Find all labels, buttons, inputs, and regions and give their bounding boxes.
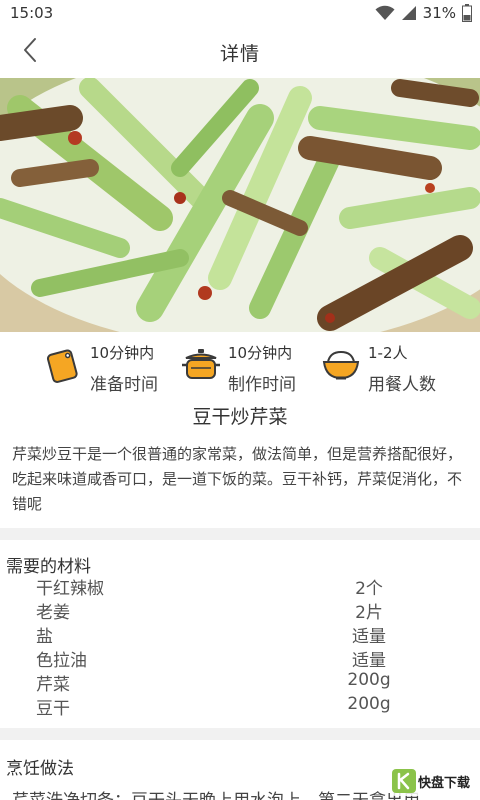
page-title: 详情 bbox=[219, 42, 260, 65]
servings-value: 1-2人 bbox=[368, 344, 408, 362]
cutting-board-icon bbox=[42, 344, 84, 386]
section-divider bbox=[0, 528, 480, 540]
method-title: 烹饪做法 bbox=[6, 759, 74, 779]
signal-icon bbox=[401, 5, 417, 21]
ingredient-quantity: 200g bbox=[347, 670, 391, 690]
ingredient-quantity: 2个 bbox=[355, 579, 383, 599]
nav-bar: 详情 bbox=[0, 26, 480, 78]
rice-bowl-icon bbox=[320, 344, 362, 386]
battery-icon bbox=[462, 4, 472, 22]
ingredient-name: 色拉油 bbox=[36, 651, 87, 671]
ingredient-row: 芹菜 200g bbox=[0, 670, 480, 695]
status-indicators: 31% bbox=[375, 4, 472, 22]
cook-time-info: 10分钟内 制作时间 bbox=[180, 338, 320, 395]
prep-time-label: 准备时间 bbox=[90, 375, 158, 395]
ingredient-quantity: 200g bbox=[347, 694, 391, 714]
wifi-icon bbox=[375, 5, 395, 21]
prep-time-info: 10分钟内 准备时间 bbox=[42, 338, 182, 395]
ingredient-quantity: 适量 bbox=[352, 651, 386, 671]
ingredient-row: 老姜 2片 bbox=[0, 598, 480, 623]
ingredient-row: 干红辣椒 2个 bbox=[0, 574, 480, 599]
back-button[interactable] bbox=[10, 32, 50, 72]
recipe-detail-screen: 15:03 31% 详情 10分钟内 准备时间 10分钟内 制作时间 1-2人 … bbox=[0, 0, 480, 800]
cooking-pot-icon bbox=[180, 344, 222, 386]
dish-title: 豆干炒芹菜 bbox=[192, 406, 288, 428]
ingredient-list: 干红辣椒 2个 老姜 2片 盐 适量 色拉油 适量 芹菜 200g 豆干 200… bbox=[0, 574, 480, 719]
ingredient-name: 豆干 bbox=[36, 699, 70, 719]
servings-label: 用餐人数 bbox=[368, 375, 436, 395]
cook-time-label: 制作时间 bbox=[228, 375, 296, 395]
ingredient-row: 盐 适量 bbox=[0, 622, 480, 647]
status-time: 15:03 bbox=[10, 4, 54, 22]
ingredient-quantity: 适量 bbox=[352, 627, 386, 647]
dish-photo bbox=[0, 78, 480, 332]
section-divider bbox=[0, 728, 480, 740]
recipe-info-row: 10分钟内 准备时间 10分钟内 制作时间 1-2人 用餐人数 bbox=[0, 332, 480, 396]
ingredient-name: 盐 bbox=[36, 627, 53, 647]
battery-percent: 31% bbox=[422, 4, 456, 22]
ingredient-quantity: 2片 bbox=[355, 603, 383, 623]
dish-description: 芹菜炒豆干是一个很普通的家常菜，做法简单，但是营养搭配很好，吃起来味道咸香可口，… bbox=[12, 445, 463, 513]
watermark-logo: 快盘下载 bbox=[392, 766, 476, 796]
ingredient-row: 色拉油 适量 bbox=[0, 646, 480, 671]
watermark-text: 快盘下载 bbox=[418, 775, 471, 791]
cook-time-value: 10分钟内 bbox=[228, 344, 293, 362]
ingredient-row: 豆干 200g bbox=[0, 694, 480, 719]
status-bar: 15:03 31% bbox=[0, 0, 480, 26]
ingredient-name: 老姜 bbox=[36, 603, 70, 623]
chevron-left-icon bbox=[22, 37, 38, 67]
k-logo-icon bbox=[392, 769, 416, 793]
ingredient-name: 芹菜 bbox=[36, 675, 70, 695]
prep-time-value: 10分钟内 bbox=[90, 344, 155, 362]
ingredient-name: 干红辣椒 bbox=[36, 579, 104, 599]
servings-info: 1-2人 用餐人数 bbox=[320, 338, 470, 395]
